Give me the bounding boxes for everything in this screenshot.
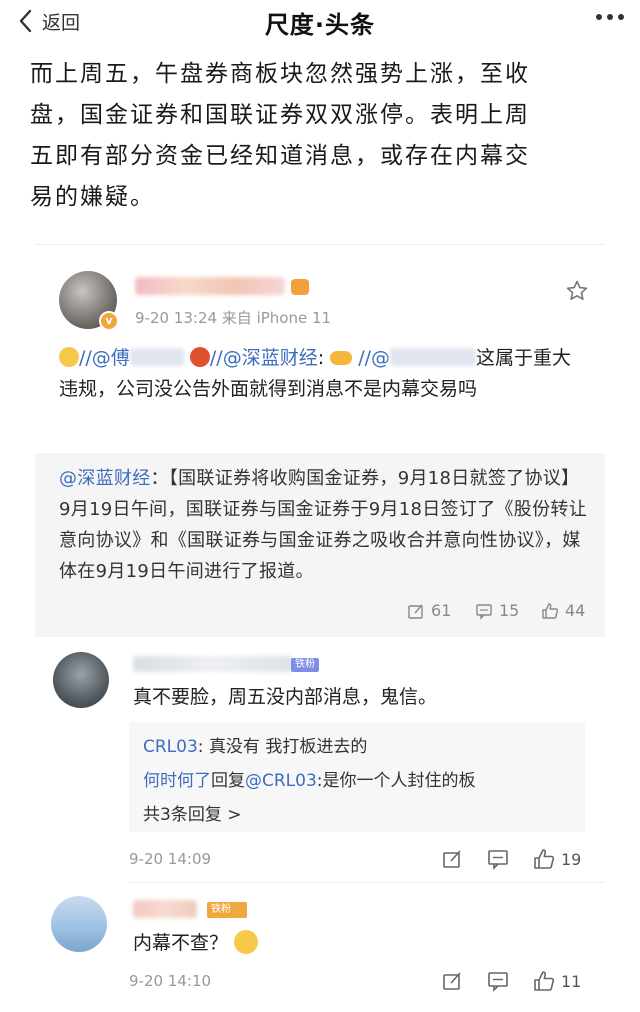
like-count-value: 11 [561, 971, 582, 991]
avatar[interactable] [51, 896, 107, 952]
nav-bar: 返回 尺度·头条 [0, 0, 640, 44]
repost-chain-link[interactable]: // [210, 347, 223, 369]
blurred-username [135, 277, 285, 295]
colon-text: : [317, 347, 325, 369]
like-icon [542, 602, 559, 619]
angry-emoji-icon [189, 347, 210, 367]
yum-emoji-icon [234, 930, 259, 954]
reply-mid: 回复 [211, 771, 245, 791]
reply-user-link[interactable]: 何时何了 [143, 771, 211, 791]
quoted-post-text: @深蓝财经：【国联证券将收购国金证券，9月18日就签了协议】9月19日午间，国联… [59, 463, 589, 587]
comment-actions: 19 [441, 848, 581, 870]
comment-icon [476, 603, 492, 620]
like-icon[interactable] [533, 970, 555, 992]
repost-icon[interactable] [441, 848, 463, 870]
fan-badge: 铁粉 [291, 658, 319, 672]
reply-user-link[interactable]: CRL03 [143, 737, 198, 757]
article-line: 五即有部分资金已经知道消息，或存在内幕交 [30, 143, 530, 169]
comment-text: 内幕不查？ [133, 928, 259, 955]
divider [129, 882, 605, 883]
mention-link[interactable]: 傅 [111, 347, 130, 369]
comment-list: 铁粉 真不要脸，周五没内部消息，鬼信。 CRL03: 真没有 我打板进去的 何时… [35, 642, 605, 1012]
article-line: 盘，国金证券和国联证券双双涨停。表明上周 [30, 102, 530, 128]
comment-icon[interactable] [487, 970, 509, 992]
repost-count[interactable]: 61 [407, 601, 451, 620]
reply-item: 何时何了回复@CRL03:是你一个人封住的板 [143, 766, 476, 791]
reply-box[interactable]: CRL03: 真没有 我打板进去的 何时何了回复@CRL03:是你一个人封住的板… [129, 722, 585, 832]
blurred-handle [390, 348, 477, 366]
comment-actions: 11 [441, 970, 581, 992]
article-line: 易的嫌疑。 [30, 184, 155, 210]
reply-sep: : [197, 737, 209, 757]
mention-link[interactable]: @深蓝财经 [59, 468, 151, 489]
repost-chain-link[interactable]: //@ [358, 347, 390, 369]
comment-count-value: 15 [499, 601, 520, 620]
comment-time: 9-20 14:10 [129, 972, 212, 990]
avatar[interactable] [53, 652, 109, 708]
verified-badge-icon: v [99, 311, 119, 331]
post-body: //@傅 //@深蓝财经: //@ 这属于重大违规，公司没公告外面就得到消息不是内… [59, 343, 589, 405]
repost-chain-link[interactable]: //@ [79, 347, 111, 369]
comment-text-value: 内幕不查？ [133, 932, 229, 954]
repost-icon [408, 604, 423, 619]
pointing-hand-emoji-icon [330, 351, 353, 365]
article-paragraph: 而上周五，午盘券商板块忽然强势上涨，至收 盘，国金证券和国联证券双双涨停。表明上… [30, 54, 614, 218]
reply-text: 是你一个人封住的板 [322, 771, 476, 791]
fan-badge: 铁粉 [207, 902, 247, 918]
reply-item: CRL03: 真没有 我打板进去的 [143, 732, 367, 757]
comment-time: 9-20 14:09 [129, 850, 212, 868]
blurred-username [133, 900, 197, 918]
comment-text: 真不要脸，周五没内部消息，鬼信。 [133, 686, 438, 708]
star-icon[interactable] [565, 279, 589, 303]
blurred-handle [129, 348, 184, 366]
post-meta: 9-20 13:24 来自 iPhone 11 [135, 309, 332, 327]
comment-count[interactable]: 15 [475, 601, 519, 620]
weibo-post: v 9-20 13:24 来自 iPhone 11 //@傅 //@深蓝财经: … [35, 244, 605, 637]
laugh-emoji-icon [59, 347, 79, 367]
more-dots-icon[interactable] [596, 14, 624, 20]
comment-icon[interactable] [487, 848, 509, 870]
like-count-value: 19 [561, 849, 582, 869]
reply-text: 真没有 我打板进去的 [208, 737, 368, 757]
member-badge-icon [291, 279, 309, 295]
quoted-post[interactable]: @深蓝财经：【国联证券将收购国金证券，9月18日就签了协议】9月19日午间，国联… [35, 453, 605, 637]
repost-icon[interactable] [441, 970, 463, 992]
embedded-screenshot: v 9-20 13:24 来自 iPhone 11 //@傅 //@深蓝财经: … [35, 244, 605, 1012]
page-title: 尺度·头条 [264, 11, 376, 39]
repost-count-value: 61 [431, 601, 452, 620]
mention-link[interactable]: @深蓝财经 [223, 347, 318, 369]
more-replies-link[interactable]: 共3条回复 > [143, 800, 241, 825]
article-line: 而上周五，午盘券商板块忽然强势上涨，至收 [30, 61, 530, 87]
mention-link[interactable]: @CRL03 [245, 771, 317, 791]
like-count-value: 44 [565, 601, 586, 620]
blurred-username [133, 656, 293, 672]
like-count[interactable]: 44 [541, 601, 585, 620]
like-icon[interactable] [533, 848, 555, 870]
